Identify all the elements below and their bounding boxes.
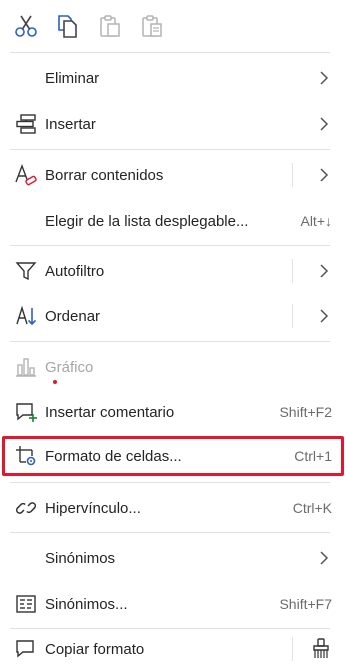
shortcut-label: Shift+F7 bbox=[279, 596, 332, 612]
shortcut-label: Alt+↓ bbox=[300, 213, 332, 229]
menu-item-copiar-formato[interactable]: Copiar formato bbox=[0, 626, 347, 672]
menu-item-label: Insertar comentario bbox=[45, 403, 175, 421]
chevron-right-icon bbox=[320, 117, 329, 131]
context-menu: Eliminar Insertar Borrar contenidos Eleg… bbox=[0, 0, 347, 672]
chart-icon bbox=[14, 355, 38, 379]
menu-item-label: Gráfico bbox=[45, 358, 94, 376]
menu-item-ordenar[interactable]: Ordenar bbox=[0, 293, 347, 339]
separator bbox=[10, 532, 330, 533]
menu-item-elegir-lista[interactable]: Elegir de la lista desplegable... Alt+↓ bbox=[0, 198, 347, 244]
menu-item-sinonimos[interactable]: Sinónimos bbox=[0, 535, 347, 581]
chevron-right-icon[interactable] bbox=[319, 263, 329, 279]
menu-item-sinonimos-dialog[interactable]: Sinónimos... Shift+F7 bbox=[0, 581, 347, 627]
paste-special-button[interactable] bbox=[136, 10, 168, 42]
scissors-icon bbox=[15, 15, 37, 37]
menu-item-borrar-contenidos[interactable]: Borrar contenidos bbox=[0, 152, 347, 198]
paste-button[interactable] bbox=[94, 10, 126, 42]
separator bbox=[10, 245, 330, 246]
menu-item-grafico[interactable]: Gráfico bbox=[0, 344, 347, 390]
link-icon bbox=[14, 496, 38, 520]
separator bbox=[10, 482, 330, 483]
separator bbox=[10, 52, 330, 53]
comment-icon bbox=[14, 637, 38, 661]
clipboard-toolbar bbox=[0, 0, 347, 52]
shortcut-label: Ctrl+K bbox=[292, 500, 332, 516]
split-divider bbox=[292, 304, 293, 328]
format-painter-icon[interactable] bbox=[309, 637, 333, 661]
split-divider bbox=[292, 259, 293, 283]
menu-item-eliminar[interactable]: Eliminar bbox=[0, 55, 347, 101]
menu-item-label: Copiar formato bbox=[45, 640, 145, 658]
indicator-dot bbox=[53, 380, 57, 384]
menu-item-hipervinculo[interactable]: Hipervínculo... Ctrl+K bbox=[0, 485, 347, 531]
copy-icon bbox=[58, 15, 77, 38]
menu-item-label: Sinónimos... bbox=[45, 595, 128, 613]
menu-item-insertar-comentario[interactable]: Insertar comentario Shift+F2 bbox=[0, 389, 347, 435]
sort-icon bbox=[14, 304, 38, 328]
chevron-right-icon[interactable] bbox=[319, 167, 329, 183]
shortcut-label: Shift+F2 bbox=[279, 404, 332, 420]
split-divider bbox=[292, 637, 293, 661]
insert-cells-icon bbox=[14, 112, 38, 136]
menu-item-label: Sinónimos bbox=[45, 549, 116, 567]
chevron-right-icon bbox=[320, 71, 329, 85]
chevron-right-icon[interactable] bbox=[319, 308, 329, 324]
cut-button[interactable] bbox=[10, 10, 42, 42]
menu-item-insertar[interactable]: Insertar bbox=[0, 101, 347, 147]
menu-item-label: Ordenar bbox=[45, 307, 101, 325]
separator bbox=[10, 341, 330, 342]
highlight-box bbox=[2, 436, 344, 476]
separator bbox=[10, 149, 330, 150]
menu-item-label: Autofiltro bbox=[45, 262, 105, 280]
menu-item-label: Hipervínculo... bbox=[45, 499, 141, 517]
split-divider bbox=[292, 163, 293, 187]
clear-contents-icon bbox=[14, 163, 38, 187]
chevron-right-icon bbox=[320, 551, 329, 565]
paste-icon bbox=[100, 15, 120, 37]
menu-item-label: Insertar bbox=[45, 115, 96, 133]
thesaurus-icon bbox=[14, 592, 38, 616]
filter-icon bbox=[14, 259, 38, 283]
paste-special-icon bbox=[142, 15, 162, 37]
menu-item-label: Eliminar bbox=[45, 69, 100, 87]
menu-item-label: Borrar contenidos bbox=[45, 166, 164, 184]
menu-item-label: Elegir de la lista desplegable... bbox=[45, 212, 249, 230]
new-comment-icon bbox=[14, 400, 38, 424]
copy-button[interactable] bbox=[52, 10, 84, 42]
menu-item-autofiltro[interactable]: Autofiltro bbox=[0, 248, 347, 294]
